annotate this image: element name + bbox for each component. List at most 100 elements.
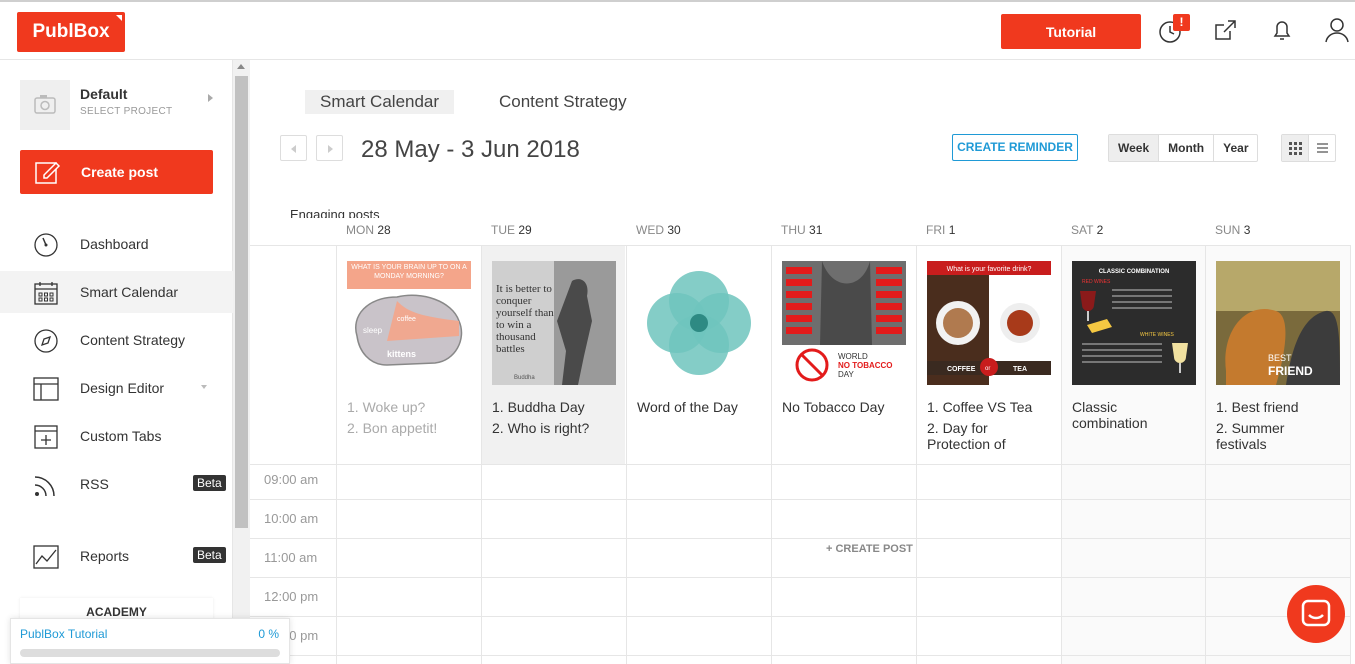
svg-text:FRIEND: FRIEND [1268, 364, 1313, 378]
project-subtitle: SELECT PROJECT [80, 106, 173, 117]
tab-smart-calendar[interactable]: Smart Calendar [305, 90, 455, 114]
grid-line [250, 464, 1350, 465]
chart-line-icon [32, 543, 60, 571]
topic-item[interactable]: 2. Day for Protection of [927, 420, 1047, 452]
svg-text:TEA: TEA [1013, 366, 1027, 373]
bell-icon[interactable] [1268, 16, 1298, 46]
view-month-button[interactable]: Month [1159, 135, 1215, 161]
grid-line [916, 245, 917, 664]
day-header-sun: SUN 3 [1215, 223, 1251, 237]
list-view-button[interactable] [1309, 135, 1336, 161]
grid-line [250, 655, 1350, 656]
day-topics-tue[interactable]: 1. Buddha Day 2. Who is right? [492, 399, 622, 441]
chat-support-button[interactable] [1287, 585, 1345, 643]
day-topics-wed[interactable]: Word of the Day [637, 399, 767, 420]
tutorial-button[interactable]: Tutorial [1001, 14, 1141, 49]
sidebar-item-custom-tabs[interactable]: Custom Tabs [0, 415, 233, 457]
topic-item[interactable]: No Tobacco Day [782, 399, 912, 415]
chevron-right-icon [208, 94, 213, 102]
beta-badge: Beta [193, 475, 226, 491]
svg-text:COFFEE: COFFEE [947, 366, 976, 373]
view-week-button[interactable]: Week [1109, 135, 1160, 161]
svg-text:sleep: sleep [363, 326, 383, 335]
grid-view-button[interactable] [1282, 135, 1309, 161]
sidebar-item-label: Dashboard [80, 236, 149, 252]
external-link-icon[interactable] [1212, 16, 1242, 46]
sidebar-item-dashboard[interactable]: Dashboard [0, 223, 233, 265]
grid-line [250, 245, 1350, 246]
scroll-thumb[interactable] [235, 76, 248, 528]
day-topics-fri[interactable]: 1. Coffee VS Tea 2. Day for Protection o… [927, 399, 1047, 457]
day-topics-thu[interactable]: No Tobacco Day [782, 399, 912, 420]
svg-text:WORLD: WORLD [838, 352, 868, 361]
create-reminder-button[interactable]: CREATE REMINDER [952, 134, 1078, 161]
day-topics-sun[interactable]: 1. Best friend 2. Summer festivals [1216, 399, 1316, 457]
topic-item[interactable]: 2. Bon appetit! [347, 420, 477, 436]
beta-badge: Beta [193, 547, 226, 563]
svg-text:BEST: BEST [1268, 353, 1292, 363]
svg-text:NO TOBACCO: NO TOBACCO [838, 361, 893, 370]
grid-line [250, 499, 1350, 500]
sidebar-item-rss[interactable]: RSS Beta [0, 463, 233, 505]
topic-item[interactable]: 2. Summer festivals [1216, 420, 1316, 452]
create-post-slot-button[interactable]: + CREATE POST [826, 543, 913, 555]
day-topics-sat[interactable]: Classic combination [1072, 399, 1172, 436]
svg-text:WHITE WINES: WHITE WINES [1140, 332, 1175, 338]
sidebar-item-reports[interactable]: Reports Beta [0, 535, 233, 577]
post-image-coffee-vs-tea[interactable]: What is your favorite drink? COFFEE or T… [927, 261, 1051, 385]
day-header-fri: FRI 1 [926, 223, 956, 237]
sidebar-item-label: RSS [80, 476, 109, 492]
grid-line [1205, 245, 1206, 664]
topic-item[interactable]: 1. Woke up? [347, 399, 477, 415]
svg-text:coffee: coffee [397, 316, 416, 323]
publbox-logo[interactable]: PublBox [17, 12, 125, 52]
post-image-best-friend[interactable]: BEST FRIEND [1216, 261, 1340, 385]
edit-icon [34, 159, 62, 190]
sidebar-scrollbar[interactable] [233, 60, 250, 664]
list-icon [1317, 143, 1328, 153]
scroll-up-icon[interactable] [237, 64, 245, 69]
post-image-buddha-quote[interactable]: It is better to conquer yourself than to… [492, 261, 616, 385]
sidebar-item-label: Custom Tabs [80, 428, 162, 444]
grid-line [481, 245, 482, 664]
time-label: 12:00 pm [264, 589, 319, 604]
create-post-button[interactable]: Create post [20, 150, 213, 194]
next-week-button[interactable] [316, 135, 343, 161]
topic-item[interactable]: Word of the Day [637, 399, 767, 415]
date-range: 28 May - 3 Jun 2018 [361, 136, 580, 163]
chat-icon [1301, 599, 1331, 627]
day-header-wed: WED 30 [636, 223, 681, 237]
topic-item[interactable]: 1. Coffee VS Tea [927, 399, 1047, 415]
calendar-icon [32, 279, 60, 307]
post-image-brain[interactable]: WHAT IS YOUR BRAIN UP TO ON A MONDAY MOR… [347, 261, 471, 385]
topic-item[interactable]: 2. Who is right? [492, 420, 622, 436]
create-post-label: Create post [81, 164, 159, 180]
sidebar-item-content-strategy[interactable]: Content Strategy [0, 319, 233, 361]
user-icon[interactable] [1323, 16, 1353, 46]
time-label: 09:00 am [264, 472, 319, 487]
topic-item[interactable]: 1. Buddha Day [492, 399, 622, 415]
chevron-left-icon [291, 145, 296, 153]
tutorial-progress-bar [20, 649, 280, 657]
layout-icon [32, 375, 60, 403]
project-name: Default [80, 86, 128, 102]
project-selector[interactable]: Default SELECT PROJECT [20, 80, 215, 130]
svg-text:kittens: kittens [387, 349, 416, 359]
post-image-no-tobacco[interactable]: WORLD NO TOBACCO DAY [782, 261, 906, 385]
post-image-wine-pairing[interactable]: CLASSIC COMBINATION RED WINES WHITE WINE… [1072, 261, 1196, 385]
topic-item[interactable]: Classic combination [1072, 399, 1172, 431]
day-header-mon: MON 28 [346, 223, 391, 237]
sidebar-item-smart-calendar[interactable]: Smart Calendar [0, 271, 233, 313]
sidebar-item-design-editor[interactable]: Design Editor [0, 367, 233, 409]
topic-item[interactable]: 1. Best friend [1216, 399, 1316, 415]
prev-week-button[interactable] [280, 135, 307, 161]
view-switcher: Week Month Year [1108, 134, 1259, 162]
tutorial-progress-widget[interactable]: PublBox Tutorial 0 % [10, 618, 290, 664]
chevron-down-icon [201, 385, 207, 389]
tab-content-strategy[interactable]: Content Strategy [499, 90, 627, 114]
sidebar-item-label: Smart Calendar [80, 284, 179, 300]
view-year-button[interactable]: Year [1214, 135, 1257, 161]
post-image-venn-diagram[interactable] [637, 261, 761, 385]
day-topics-mon[interactable]: 1. Woke up? 2. Bon appetit! [347, 399, 477, 441]
tutorial-progress-label: PublBox Tutorial [20, 627, 108, 641]
